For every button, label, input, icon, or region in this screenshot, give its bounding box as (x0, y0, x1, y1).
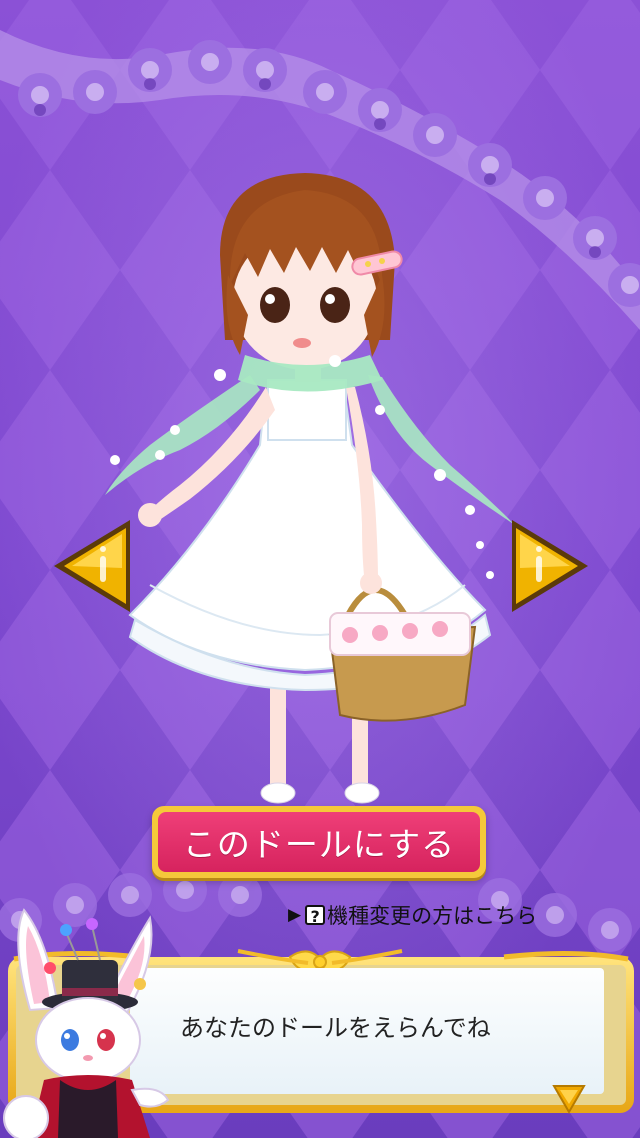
next-doll-button[interactable] (504, 516, 592, 616)
game-screen: このドールにする ▶ ? 機種変更の方はこちら あなたのドールをえらんでね (0, 0, 640, 1138)
select-doll-button-label: このドールにする (158, 812, 480, 872)
dialog-message: あなたのドールをえらんでね (180, 1014, 491, 1042)
device-change-link[interactable]: ▶ ? 機種変更の方はこちら (288, 900, 537, 930)
arrow-left-icon (54, 520, 130, 612)
device-change-link-label: 機種変更の方はこちら (327, 904, 538, 928)
play-arrow-icon: ▶ (288, 905, 302, 925)
previous-doll-button[interactable] (50, 516, 138, 616)
arrow-right-icon (512, 520, 588, 612)
select-doll-button[interactable]: このドールにする (152, 806, 486, 878)
triangle-down-icon[interactable] (552, 1082, 586, 1114)
question-box-icon: ? (305, 905, 326, 926)
doll-character (105, 173, 515, 804)
rabbit-mascot (3, 908, 170, 1138)
